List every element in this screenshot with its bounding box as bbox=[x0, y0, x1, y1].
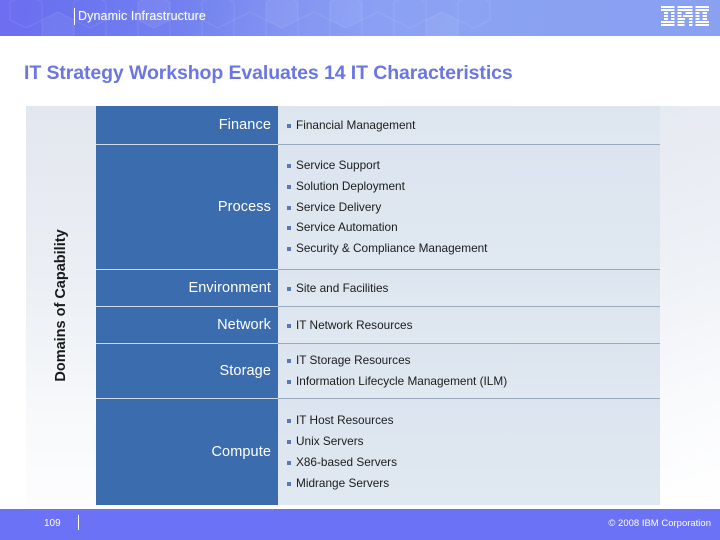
characteristics-cell: IT Host Resources Unix Servers X86-based S… bbox=[278, 399, 660, 505]
category-label: Process bbox=[217, 199, 271, 215]
bullet-square-icon bbox=[287, 184, 291, 189]
category-label: Storage bbox=[219, 363, 271, 379]
slide-canvas: Dynamic Infrastructure IT Strategy Works… bbox=[0, 0, 720, 540]
characteristics-cell: IT Storage Resources Information Lifecycl… bbox=[278, 344, 660, 398]
list-item: Service Delivery bbox=[287, 197, 652, 218]
ibm-logo-icon bbox=[661, 6, 709, 26]
category-cell: Finance bbox=[96, 106, 278, 144]
category-cell: Storage bbox=[96, 343, 278, 398]
list-item-label: Information Lifecycle Management (ILM) bbox=[296, 374, 508, 388]
list-item: Site and Facilities bbox=[287, 278, 652, 299]
characteristics-cell: Site and Facilities bbox=[278, 270, 660, 306]
list-item: Information Lifecycle Management (ILM) bbox=[287, 371, 652, 392]
list-item-label: Site and Facilities bbox=[296, 280, 389, 295]
list-item-label: Midrange Servers bbox=[296, 475, 390, 490]
list-item: Financial Management bbox=[287, 115, 652, 136]
table-row: Environment Site and Facilities bbox=[96, 269, 660, 306]
footer-band: 109 © 2008 IBM Corporation bbox=[0, 509, 720, 540]
list-item-label: Financial Management bbox=[296, 117, 416, 132]
characteristics-cell: Financial Management bbox=[278, 106, 660, 144]
bullet-square-icon bbox=[287, 481, 291, 486]
list-item-label: IT Storage Resources bbox=[296, 353, 411, 368]
list-item: Unix Servers bbox=[287, 431, 652, 452]
bullet-square-icon bbox=[287, 419, 291, 424]
category-label: Environment bbox=[188, 280, 271, 296]
bullet-square-icon bbox=[287, 323, 291, 328]
bullet-square-icon bbox=[287, 226, 291, 231]
bullet-square-icon bbox=[287, 461, 291, 465]
bullet-square-icon bbox=[287, 247, 291, 252]
list-item: IT Host Resources bbox=[287, 410, 652, 431]
list-item-label: Solution Deployment bbox=[296, 178, 405, 193]
capability-table: Domains of Capability Finance Financial M… bbox=[26, 106, 660, 505]
bullet-square-icon bbox=[287, 286, 291, 291]
category-label: Compute bbox=[211, 444, 271, 460]
capability-rows: Finance Financial Management Process Servic… bbox=[96, 106, 660, 505]
table-row: Compute IT Host Resources Unix Servers X86-… bbox=[96, 398, 660, 505]
bullet-square-icon bbox=[287, 163, 291, 168]
list-item: Solution Deployment bbox=[287, 176, 652, 197]
header-band: Dynamic Infrastructure bbox=[0, 0, 720, 36]
list-item: Midrange Servers bbox=[287, 473, 652, 494]
list-item-label: Unix Servers bbox=[296, 434, 364, 449]
right-background-panel bbox=[660, 106, 720, 505]
table-row: Process Service Support Solution Deploymen… bbox=[96, 144, 660, 269]
category-cell: Network bbox=[96, 306, 278, 343]
list-item: Security & Compliance Management bbox=[287, 238, 652, 259]
list-item: X86-based Servers bbox=[287, 452, 652, 473]
footer-divider bbox=[78, 515, 79, 530]
table-row: Finance Financial Management bbox=[96, 106, 660, 144]
list-item: Service Support bbox=[287, 155, 652, 176]
header-eyebrow-text: Dynamic Infrastructure bbox=[78, 9, 206, 23]
list-item-label: X86-based Servers bbox=[296, 455, 397, 469]
list-item-label: Service Automation bbox=[296, 220, 398, 235]
list-item: Service Automation bbox=[287, 217, 652, 238]
characteristics-cell: Service Support Solution Deployment Servic… bbox=[278, 145, 660, 269]
list-item: IT Network Resources bbox=[287, 315, 652, 336]
list-item-label: IT Host Resources bbox=[296, 413, 394, 428]
category-cell: Process bbox=[96, 144, 278, 269]
footer-copyright: © 2008 IBM Corporation bbox=[608, 518, 711, 529]
category-label: Finance bbox=[218, 117, 271, 133]
list-item-label: Service Support bbox=[296, 157, 380, 172]
category-cell: Environment bbox=[96, 269, 278, 306]
list-item: IT Storage Resources bbox=[287, 350, 652, 371]
bullet-square-icon bbox=[287, 440, 291, 445]
list-item-label: IT Network Resources bbox=[296, 317, 413, 332]
axis-label-text: Domains of Capability bbox=[53, 229, 69, 382]
bullet-square-icon bbox=[287, 380, 291, 384]
characteristics-cell: IT Network Resources bbox=[278, 307, 660, 343]
category-label: Network bbox=[217, 317, 271, 333]
axis-label-column: Domains of Capability bbox=[26, 106, 96, 505]
bullet-square-icon bbox=[287, 359, 291, 364]
table-row: Network IT Network Resources bbox=[96, 306, 660, 343]
table-row: Storage IT Storage Resources Information L… bbox=[96, 343, 660, 398]
bullet-square-icon bbox=[287, 123, 291, 128]
page-title: IT Strategy Workshop Evaluates 14 IT Cha… bbox=[24, 62, 513, 84]
header-title-divider bbox=[74, 8, 75, 25]
bullet-square-icon bbox=[287, 205, 291, 210]
list-item-label: Security & Compliance Management bbox=[296, 241, 488, 256]
category-cell: Compute bbox=[96, 398, 278, 505]
footer-page-number: 109 bbox=[44, 518, 61, 529]
list-item-label: Service Delivery bbox=[296, 199, 382, 214]
